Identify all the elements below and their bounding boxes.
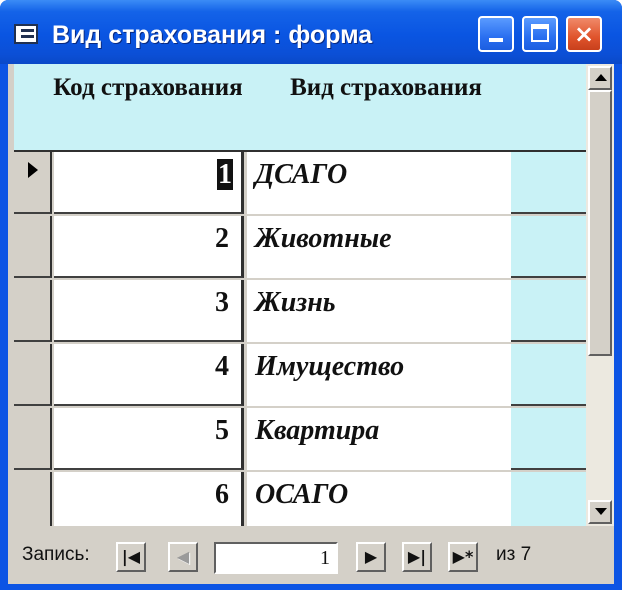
cell-name-value: Животные bbox=[247, 216, 511, 278]
cell-name[interactable]: ОСАГО bbox=[247, 472, 586, 526]
window-title: Вид страхования : форма bbox=[52, 21, 373, 49]
cell-name-value: Квартира bbox=[247, 408, 511, 470]
next-record-button[interactable]: ▶ bbox=[356, 542, 386, 572]
cell-name[interactable]: ДСАГО bbox=[247, 152, 586, 214]
cell-name-value: Имущество bbox=[247, 344, 511, 406]
column-header-name[interactable]: Вид страхования bbox=[256, 72, 516, 104]
scroll-thumb[interactable] bbox=[588, 90, 612, 356]
form-client-area: Код страхования Вид страхования 1 ДСАГО … bbox=[8, 64, 614, 584]
first-record-button[interactable]: |◀ bbox=[116, 542, 146, 572]
cell-code[interactable]: 6 bbox=[54, 472, 244, 526]
table-row[interactable]: 4 Имущество bbox=[14, 344, 586, 408]
record-selector[interactable] bbox=[14, 216, 52, 278]
new-record-button[interactable]: ▶* bbox=[448, 542, 478, 572]
cell-name-value: ОСАГО bbox=[247, 472, 511, 526]
cell-code[interactable]: 1 bbox=[54, 152, 244, 214]
cell-code[interactable]: 4 bbox=[54, 344, 244, 406]
vertical-scrollbar[interactable] bbox=[586, 64, 614, 526]
title-bar[interactable]: Вид страхования : форма × bbox=[0, 0, 622, 64]
cell-name[interactable]: Жизнь bbox=[247, 280, 586, 342]
record-selector[interactable] bbox=[14, 344, 52, 406]
cell-code[interactable]: 5 bbox=[54, 408, 244, 470]
last-record-button[interactable]: ▶| bbox=[402, 542, 432, 572]
table-row[interactable]: 5 Квартира bbox=[14, 408, 586, 472]
column-header-row: Код страхования Вид страхования bbox=[14, 64, 586, 152]
record-selector[interactable] bbox=[14, 472, 52, 526]
record-selector[interactable] bbox=[14, 408, 52, 470]
previous-record-icon: ◀ bbox=[176, 547, 190, 566]
arrow-up-icon bbox=[595, 74, 607, 81]
cell-code[interactable]: 2 bbox=[54, 216, 244, 278]
previous-record-button[interactable]: ◀ bbox=[168, 542, 198, 572]
last-record-icon: ▶| bbox=[407, 547, 427, 566]
table-row[interactable]: 6 ОСАГО bbox=[14, 472, 586, 526]
table-row[interactable]: 2 Животные bbox=[14, 216, 586, 280]
maximize-icon bbox=[531, 24, 549, 42]
minimize-button[interactable] bbox=[478, 16, 514, 52]
arrow-down-icon bbox=[595, 508, 607, 515]
cell-code-value: 1 bbox=[217, 159, 233, 190]
form-icon[interactable] bbox=[14, 24, 38, 44]
datasheet-grid: Код страхования Вид страхования 1 ДСАГО … bbox=[14, 64, 586, 526]
record-navigator: Запись: |◀ ◀ 1 ▶ ▶| ▶* из 7 bbox=[8, 534, 614, 578]
minimize-icon bbox=[489, 38, 503, 42]
cell-name[interactable]: Квартира bbox=[247, 408, 586, 470]
column-header-code[interactable]: Код страхования bbox=[48, 72, 248, 104]
maximize-button[interactable] bbox=[522, 16, 558, 52]
table-row[interactable]: 1 ДСАГО bbox=[14, 152, 586, 216]
form-window: Вид страхования : форма × Код страховани… bbox=[0, 0, 622, 590]
cell-name-value: Жизнь bbox=[247, 280, 511, 342]
record-selector[interactable] bbox=[14, 280, 52, 342]
close-button[interactable]: × bbox=[566, 16, 602, 52]
cell-name-value: ДСАГО bbox=[247, 152, 511, 214]
first-record-icon: |◀ bbox=[121, 547, 141, 566]
scroll-up-button[interactable] bbox=[588, 66, 612, 90]
cell-code[interactable]: 3 bbox=[54, 280, 244, 342]
table-row[interactable]: 3 Жизнь bbox=[14, 280, 586, 344]
cell-name[interactable]: Животные bbox=[247, 216, 586, 278]
current-record-input[interactable]: 1 bbox=[214, 542, 338, 574]
record-total: из 7 bbox=[496, 544, 532, 565]
record-selector-current[interactable] bbox=[14, 152, 52, 214]
record-label: Запись: bbox=[22, 544, 90, 565]
new-record-icon: ▶* bbox=[452, 547, 474, 566]
close-icon: × bbox=[573, 20, 595, 48]
cell-name[interactable]: Имущество bbox=[247, 344, 586, 406]
next-record-icon: ▶ bbox=[364, 547, 378, 566]
scroll-down-button[interactable] bbox=[588, 500, 612, 524]
